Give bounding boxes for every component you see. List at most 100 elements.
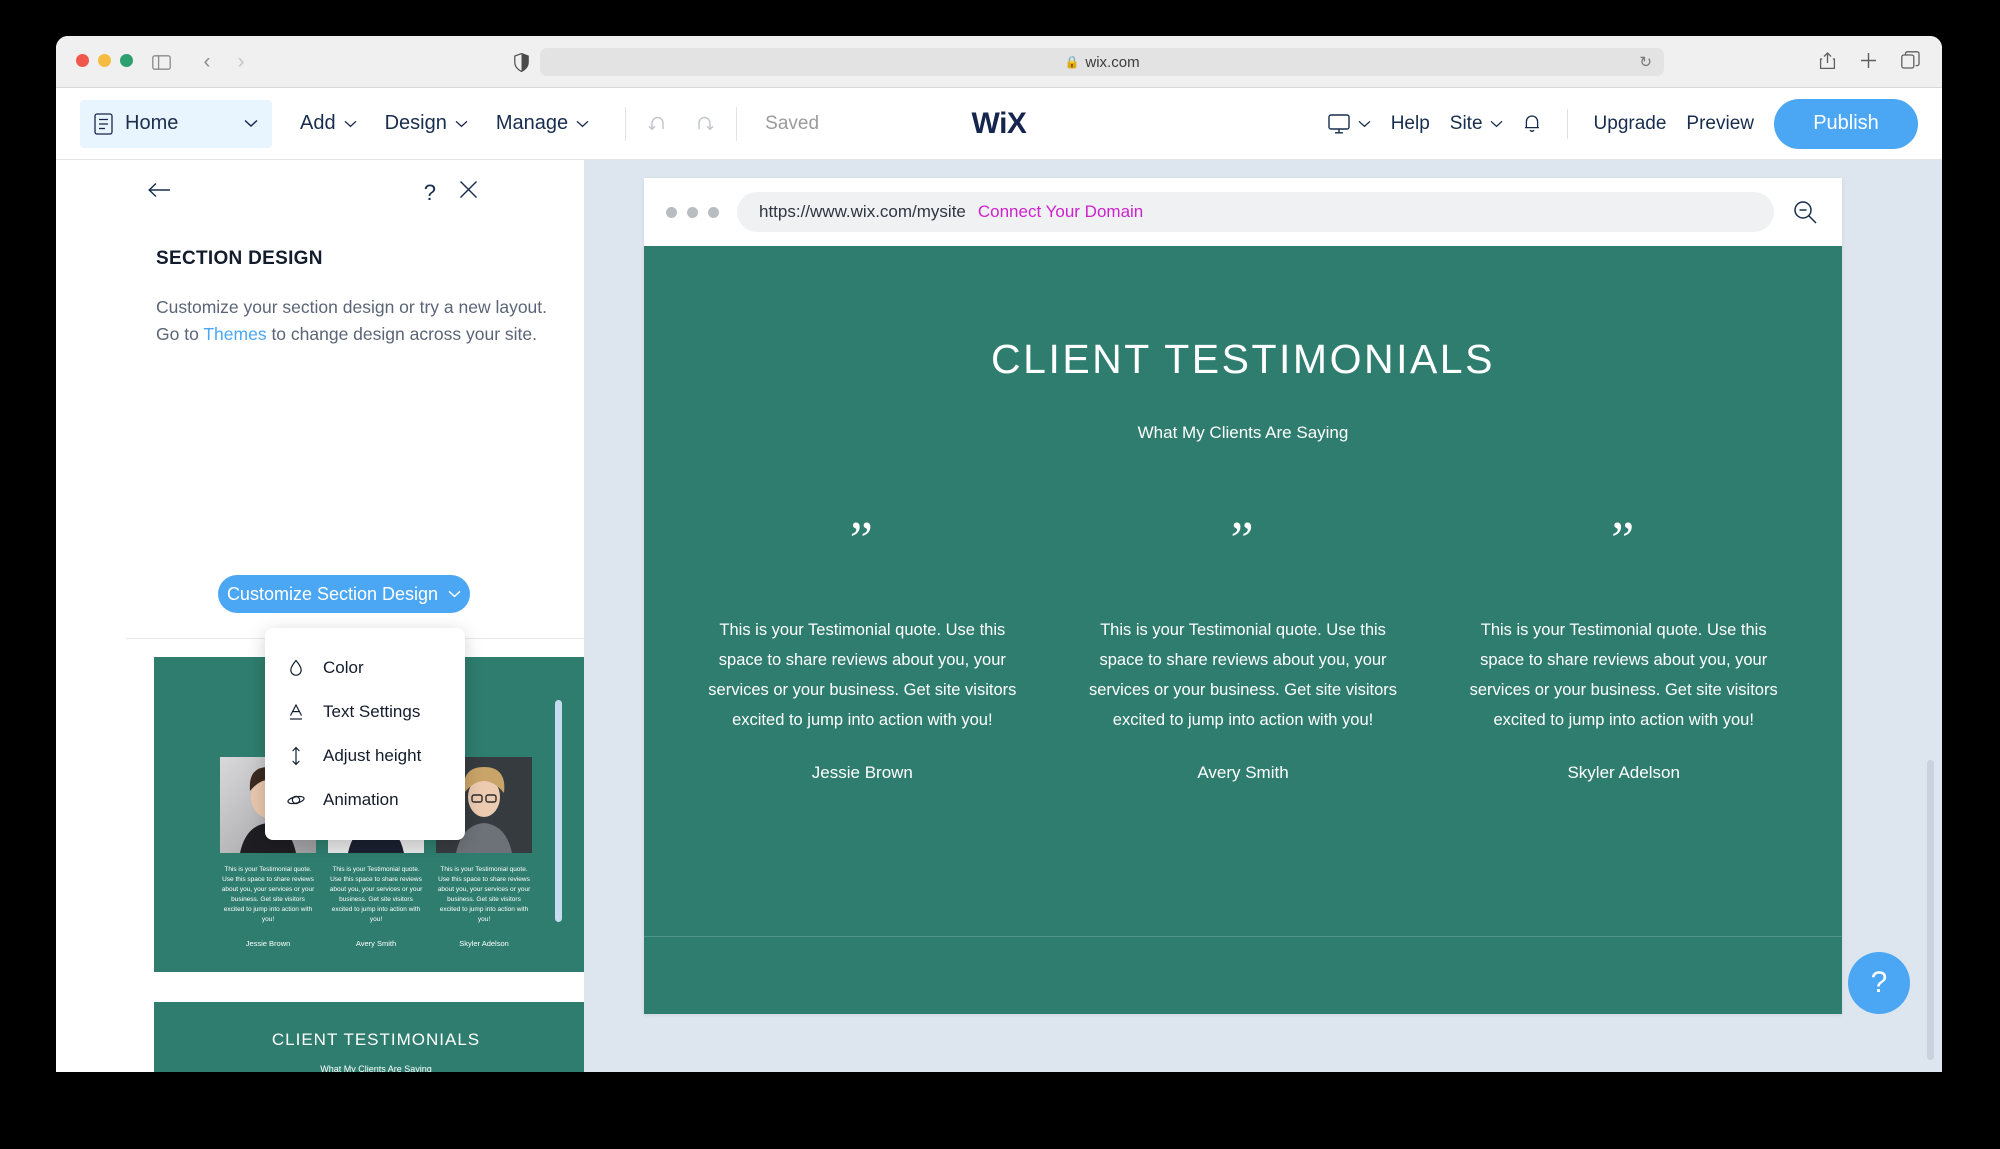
panel-back-icon[interactable]	[148, 182, 172, 198]
quote-mark-icon: ”	[1230, 512, 1256, 569]
browser-toolbar: ‹ › 🔒 wix.com ↻	[56, 36, 1942, 88]
zoom-out-icon[interactable]	[1792, 199, 1818, 225]
browser-toolbar-actions	[1819, 50, 1920, 70]
menu-design[interactable]: Design	[385, 112, 468, 135]
site-dot	[708, 206, 719, 218]
testimonial-item[interactable]: ” This is your Testimonial quote. Use th…	[1053, 515, 1434, 783]
shield-icon[interactable]	[508, 50, 534, 74]
menu-item-animation[interactable]: Animation	[265, 778, 465, 822]
underlined-a-icon	[287, 703, 305, 721]
save-status-label: Saved	[765, 112, 820, 134]
menu-add[interactable]: Add	[300, 112, 357, 135]
site-menu[interactable]: Site	[1450, 113, 1503, 135]
browser-forward-icon[interactable]: ›	[228, 50, 254, 74]
quote-mark-icon: ”	[849, 512, 875, 569]
chevron-down-icon	[344, 120, 357, 128]
site-preview-dots	[666, 206, 719, 218]
undo-icon[interactable]	[648, 114, 672, 134]
maximize-window-button[interactable]	[120, 54, 133, 67]
viewport-switcher[interactable]	[1327, 113, 1371, 135]
bell-icon[interactable]	[1523, 113, 1541, 134]
editor-body: ? SECTION DESIGN Customize your section …	[56, 160, 1942, 1072]
panel-description-suffix: to change design across your site.	[266, 324, 538, 344]
menu-design-label: Design	[384, 112, 447, 134]
share-icon[interactable]	[1819, 50, 1836, 70]
help-menu-label: Help	[1390, 112, 1430, 134]
browser-address-bar[interactable]: 🔒 wix.com ↻	[540, 48, 1664, 76]
new-tab-icon[interactable]	[1860, 52, 1877, 69]
menu-item-color[interactable]: Color	[265, 646, 465, 690]
thumb2-title: CLIENT TESTIMONIALS	[271, 1030, 481, 1049]
vertical-arrows-icon	[287, 746, 305, 766]
thumb-quote: This is your Testimonial quote. Use this…	[221, 866, 315, 923]
section-boundary-divider	[644, 936, 1842, 937]
testimonial-item[interactable]: ” This is your Testimonial quote. Use th…	[1433, 515, 1814, 783]
address-bar-text: wix.com	[1085, 53, 1140, 71]
testimonial-columns: ” This is your Testimonial quote. Use th…	[644, 515, 1842, 783]
droplet-icon	[287, 659, 305, 677]
thumb-name: Skyler Adelson	[459, 939, 509, 948]
testimonial-item[interactable]: ” This is your Testimonial quote. Use th…	[672, 515, 1053, 783]
site-dot	[687, 206, 698, 218]
help-floating-button[interactable]: ?	[1848, 952, 1910, 1014]
editor-canvas-area: https://www.wix.com/mysite Connect Your …	[584, 160, 1942, 1072]
menu-manage[interactable]: Manage	[496, 112, 589, 135]
page-selector-label: Home	[125, 112, 179, 134]
preview-button[interactable]: Preview	[1686, 113, 1754, 135]
menu-item-adjust-height[interactable]: Adjust height	[265, 734, 465, 778]
redo-icon[interactable]	[690, 114, 714, 134]
thumb2-subtitle: What My Clients Are Saying	[320, 1064, 432, 1072]
chevron-down-icon	[1358, 120, 1371, 128]
thumb1-quote-row: This is your Testimonial quote. Use this…	[154, 865, 584, 925]
menu-item-color-label: Color	[323, 658, 364, 677]
thumb-quote: This is your Testimonial quote. Use this…	[329, 866, 423, 923]
connect-your-domain-link[interactable]: Connect Your Domain	[978, 202, 1143, 222]
panel-scrollbar[interactable]	[555, 700, 562, 922]
site-url-display[interactable]: https://www.wix.com/mysite Connect Your …	[737, 192, 1774, 232]
thumb1-name-row: Jessie Brown Avery Smith Skyler Adelson	[154, 939, 584, 948]
reload-icon[interactable]: ↻	[1639, 53, 1652, 71]
tab-overview-icon[interactable]	[1901, 51, 1920, 69]
chevron-down-icon	[1490, 120, 1503, 128]
thumb-name: Jessie Brown	[245, 939, 291, 948]
help-menu[interactable]: Help	[1391, 113, 1430, 135]
customize-design-dropdown-menu: Color Text Settings Adjust height Animat…	[265, 628, 465, 840]
minimize-window-button[interactable]	[98, 54, 111, 67]
menu-item-text-settings-label: Text Settings	[323, 702, 421, 721]
close-window-button[interactable]	[76, 54, 89, 67]
thumb-name: Avery Smith	[355, 939, 397, 948]
browser-back-icon[interactable]: ‹	[194, 50, 220, 74]
panel-header: ?	[56, 160, 584, 226]
upgrade-link[interactable]: Upgrade	[1594, 113, 1667, 135]
lock-icon: 🔒	[1064, 55, 1080, 69]
canvas-scrollbar-thumb[interactable]	[1927, 760, 1934, 1060]
customize-section-design-label: Customize Section Design	[226, 583, 439, 604]
orbit-icon	[287, 792, 305, 808]
menu-item-adjust-height-label: Adjust height	[323, 746, 422, 765]
chevron-down-icon	[576, 120, 589, 128]
thumb-quote: This is your Testimonial quote. Use this…	[437, 866, 531, 923]
testimonial-author: Jessie Brown	[811, 763, 913, 782]
site-menu-label: Site	[1449, 112, 1483, 134]
panel-close-icon[interactable]	[459, 180, 478, 199]
testimonial-quote: This is your Testimonial quote. Use this…	[1088, 621, 1398, 729]
desktop-monitor-icon	[1327, 113, 1351, 135]
menu-item-text-settings[interactable]: Text Settings	[265, 690, 465, 734]
sidebar-toggle-icon[interactable]	[148, 50, 174, 74]
chevron-down-icon	[455, 120, 468, 128]
section-subheading: What My Clients Are Saying	[1137, 423, 1349, 442]
page-selector-home[interactable]: Home	[80, 99, 272, 148]
panel-help-icon[interactable]: ?	[424, 180, 436, 206]
themes-link[interactable]: Themes	[203, 324, 266, 344]
wix-editor-topbar: Home Add Design Manage Saved WiX Help Si…	[56, 88, 1942, 160]
site-section-testimonials[interactable]: CLIENT TESTIMONIALS What My Clients Are …	[644, 246, 1842, 1014]
site-preview-urlbar: https://www.wix.com/mysite Connect Your …	[644, 178, 1842, 246]
layout-thumb-2[interactable]: CLIENT TESTIMONIALS What My Clients Are …	[154, 1002, 584, 1072]
panel-description-prefix: Go to	[156, 324, 204, 344]
browser-window: ‹ › 🔒 wix.com ↻ Home Add Design Manage S…	[56, 36, 1942, 1072]
publish-button[interactable]: Publish	[1774, 98, 1918, 149]
section-design-panel: ? SECTION DESIGN Customize your section …	[56, 160, 584, 1072]
testimonial-quote: This is your Testimonial quote. Use this…	[708, 621, 1017, 729]
customize-section-design-button[interactable]: Customize Section Design	[218, 575, 470, 613]
menu-manage-label: Manage	[495, 112, 569, 134]
